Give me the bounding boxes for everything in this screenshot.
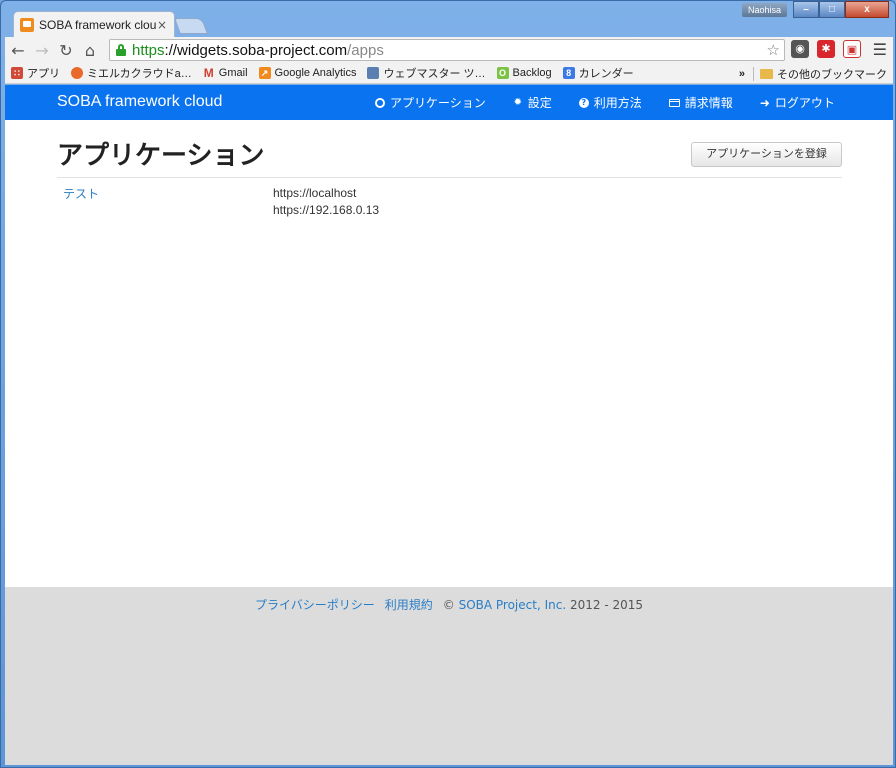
title-divider xyxy=(57,177,842,178)
nav-label: アプリケーション xyxy=(390,96,486,110)
copyright-symbol: © xyxy=(442,598,455,612)
maximize-button[interactable]: □ xyxy=(819,1,845,18)
url-scheme: https xyxy=(132,41,165,59)
application-link[interactable]: テスト xyxy=(63,185,99,202)
back-icon[interactable]: ← xyxy=(7,39,29,61)
company-link[interactable]: SOBA Project, Inc. xyxy=(459,598,567,612)
site-nav: ● アプリケーション ✹ 設定 ? 利用方法 請求情報 ➜ ログアウト xyxy=(375,85,862,120)
url-host: widgets.soba-project.com xyxy=(177,41,348,59)
bookmark-webmaster[interactable]: ウェブマスター ツ… xyxy=(367,65,486,81)
bookmark-label: カレンダー xyxy=(578,68,634,80)
other-bookmarks-folder[interactable]: その他のブックマーク xyxy=(777,66,887,82)
nav-label: 請求情報 xyxy=(684,96,733,110)
url-text[interactable]: https://widgets.soba-project.com/apps xyxy=(132,42,384,59)
origin-url: https://192.168.0.13 xyxy=(273,203,380,217)
nav-settings[interactable]: ✹ 設定 xyxy=(513,94,552,111)
bookmark-label: ウェブマスター ツ… xyxy=(383,68,486,80)
bookmark-label: Google Analytics xyxy=(274,67,357,79)
question-icon: ? xyxy=(578,97,589,108)
calendar-icon: 8 xyxy=(562,67,575,79)
profile-badge[interactable]: Naohisa xyxy=(741,3,787,17)
bookmark-analytics[interactable]: ↗ Google Analytics xyxy=(258,67,357,79)
footer-links: プライバシーポリシー 利用規約 © SOBA Project, Inc. 2012 … xyxy=(5,596,893,613)
logout-arrow-icon: ➜ xyxy=(759,95,770,110)
application-origins: https://localhost https://192.168.0.13 xyxy=(273,185,379,219)
web-page: SOBA framework cloud ● アプリケーション ✹ 設定 ? 利用方法… xyxy=(5,85,893,765)
chrome-menu-icon[interactable]: ☰ xyxy=(873,40,887,59)
bookmarks-overflow-icon[interactable]: » xyxy=(739,68,745,80)
bookmark-mieruca[interactable]: ミエルカクラウドa… xyxy=(71,65,192,81)
bookmark-gmail[interactable]: M Gmail xyxy=(203,67,248,79)
bookmark-label: Gmail xyxy=(218,67,248,79)
url-path: /apps xyxy=(347,41,384,59)
close-window-button[interactable]: x xyxy=(845,1,889,18)
nav-label: 設定 xyxy=(527,96,552,110)
gmail-icon: M xyxy=(203,66,214,80)
nav-usage[interactable]: ? 利用方法 xyxy=(578,94,642,111)
gear-icon: ✹ xyxy=(513,96,522,108)
forward-icon[interactable]: → xyxy=(31,39,53,61)
extension-screenshot-icon[interactable]: ✱ xyxy=(817,40,835,58)
nav-label: ログアウト xyxy=(774,96,835,110)
mieruca-icon xyxy=(71,67,83,79)
extension-translate-icon[interactable]: ▣ xyxy=(843,40,861,58)
copyright-years: 2012 - 2015 xyxy=(569,598,644,612)
lock-icon xyxy=(116,44,126,56)
url-separator: :// xyxy=(164,41,178,59)
register-application-button[interactable]: アプリケーションを登録 xyxy=(691,142,842,167)
analytics-icon: ↗ xyxy=(258,67,271,79)
browser-tab[interactable]: SOBA framework cloud × xyxy=(13,11,175,37)
site-navbar: SOBA framework cloud ● アプリケーション ✹ 設定 ? 利用方法… xyxy=(5,85,893,120)
bookmarks-bar: ∷ アプリ ミエルカクラウドa… M Gmail ↗ Google Analytics… xyxy=(5,63,893,84)
bookmark-label: アプリ xyxy=(27,68,60,80)
privacy-policy-link[interactable]: プライバシーポリシー xyxy=(255,598,375,612)
bookmark-label: ミエルカクラウドa… xyxy=(87,68,192,80)
new-tab-button[interactable] xyxy=(174,18,208,34)
browser-toolbar: ← → ↻ ⌂ https://widgets.soba-project.com… xyxy=(5,37,893,63)
bookmark-calendar[interactable]: 8 カレンダー xyxy=(562,65,634,81)
bookmark-label: Backlog xyxy=(512,67,552,79)
tab-close-icon[interactable]: × xyxy=(156,18,168,32)
reload-icon[interactable]: ↻ xyxy=(55,39,77,61)
nav-applications[interactable]: ● アプリケーション xyxy=(375,94,486,111)
extension-puzzle-icon[interactable]: ◉ xyxy=(791,40,809,58)
nav-billing[interactable]: 請求情報 xyxy=(668,94,733,111)
browser-window: SOBA framework cloud × Naohisa – □ x ← →… xyxy=(0,0,896,768)
folder-icon xyxy=(760,68,773,79)
webmaster-icon xyxy=(367,67,380,79)
bookmark-backlog[interactable]: O Backlog xyxy=(496,67,552,79)
home-icon[interactable]: ⌂ xyxy=(79,39,101,61)
globe-icon: ● xyxy=(375,97,385,108)
nav-label: 利用方法 xyxy=(593,96,642,110)
bookmark-apps[interactable]: ∷ アプリ xyxy=(11,65,60,81)
apps-grid-icon: ∷ xyxy=(11,67,23,79)
terms-link[interactable]: 利用規約 xyxy=(385,598,433,612)
bookmark-star-icon[interactable]: ☆ xyxy=(767,41,780,59)
bookmarks-right: » その他のブックマーク xyxy=(739,63,887,84)
minimize-button[interactable]: – xyxy=(793,1,819,18)
favicon-icon xyxy=(20,17,34,32)
tab-title: SOBA framework cloud xyxy=(39,17,156,32)
tab-strip: SOBA framework cloud × Naohisa – □ x xyxy=(1,1,895,37)
nav-logout[interactable]: ➜ ログアウト xyxy=(760,94,835,111)
backlog-icon: O xyxy=(496,67,509,79)
window-controls: Naohisa – □ x xyxy=(741,1,889,19)
site-brand[interactable]: SOBA framework cloud xyxy=(57,93,222,111)
origin-url: https://localhost xyxy=(273,186,357,200)
site-footer: プライバシーポリシー 利用規約 © SOBA Project, Inc. 2012 … xyxy=(5,587,893,765)
bookmarks-separator xyxy=(753,66,754,81)
page-title: アプリケーション xyxy=(57,141,265,171)
credit-card-icon xyxy=(668,98,680,107)
address-bar[interactable]: https://widgets.soba-project.com/apps ☆ xyxy=(109,39,785,61)
